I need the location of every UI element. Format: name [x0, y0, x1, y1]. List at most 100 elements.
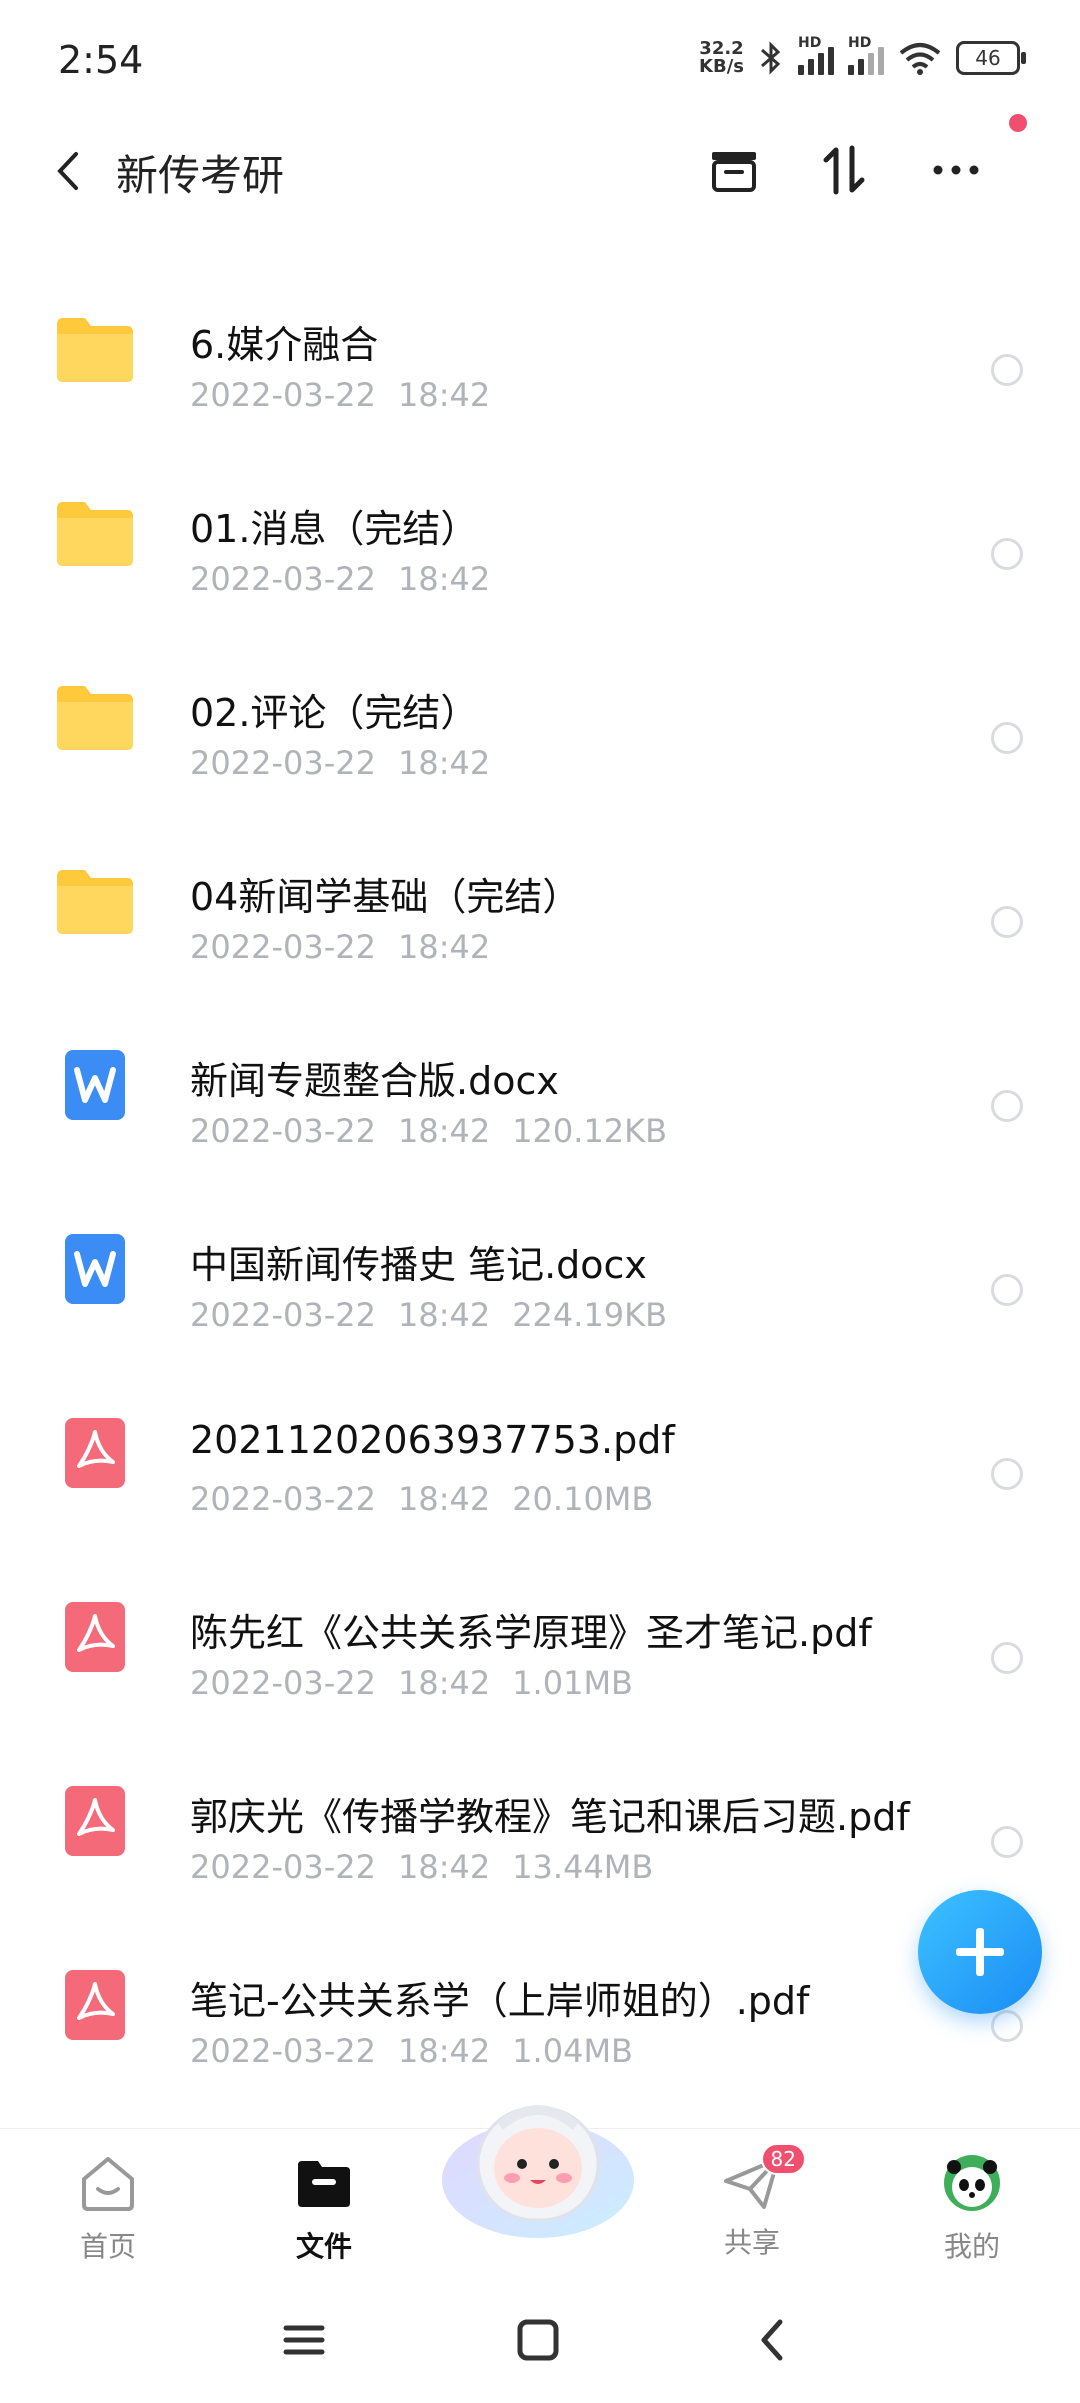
bluetooth-icon — [761, 41, 781, 75]
file-meta: 2022-03-22 18:42 — [190, 744, 534, 782]
file-date: 2022-03-22 — [190, 1664, 376, 1702]
file-row[interactable]: 02.评论（完结） 2022-03-22 18:42 — [0, 648, 1080, 832]
app-header: 新传考研 — [0, 120, 1080, 220]
file-size: 13.44MB — [512, 1848, 654, 1886]
file-meta: 2022-03-22 18:42 20.10MB — [190, 1480, 675, 1518]
network-speed: 32.2 KB/s — [699, 38, 744, 77]
tab-mine-label: 我的 — [943, 2230, 1000, 2263]
file-size: 20.10MB — [512, 1480, 654, 1518]
signal-icon: HD — [798, 35, 834, 75]
file-date: 2022-03-22 — [190, 1480, 376, 1518]
select-radio[interactable] — [991, 906, 1023, 938]
file-list: 6.媒介融合 2022-03-22 18:42 01.消息（完结） 2022-03-22… — [0, 280, 1080, 2120]
status-time: 2:54 — [58, 38, 144, 82]
file-size: 120.12KB — [512, 1112, 668, 1150]
share-badge: 82 — [760, 2143, 806, 2175]
file-time: 18:42 — [397, 1664, 491, 1702]
file-time: 18:42 — [397, 1112, 491, 1150]
page-title: 新传考研 — [116, 151, 285, 200]
tab-share-label: 共享 — [723, 2226, 780, 2259]
status-bar: 2:54 32.2 KB/s HD HD 46 — [0, 0, 1080, 120]
file-name: 02.评论（完结） — [190, 691, 479, 735]
select-radio[interactable] — [991, 2010, 1023, 2042]
word-doc-icon — [65, 1050, 125, 1120]
file-date: 2022-03-22 — [190, 1296, 376, 1334]
file-date: 2022-03-22 — [190, 1112, 376, 1150]
file-name: 20211202063937753.pdf — [190, 1418, 675, 1462]
file-size: 1.04MB — [512, 2032, 633, 2070]
select-radio[interactable] — [991, 354, 1023, 386]
file-time: 18:42 — [397, 1848, 491, 1886]
folder-icon — [57, 686, 133, 750]
file-time: 18:42 — [397, 1296, 491, 1334]
file-date: 2022-03-22 — [190, 376, 376, 414]
file-time: 18:42 — [397, 744, 491, 782]
file-meta: 2022-03-22 18:42 — [190, 560, 534, 598]
file-date: 2022-03-22 — [190, 928, 376, 966]
select-radio[interactable] — [991, 722, 1023, 754]
file-name: 6.媒介融合 — [190, 323, 379, 367]
select-radio[interactable] — [991, 538, 1023, 570]
file-row[interactable]: 中国新闻传播史 笔记.docx 2022-03-22 18:42 224.19KB — [0, 1200, 1080, 1384]
file-meta: 2022-03-22 18:42 13.44MB — [190, 1848, 675, 1886]
pdf-icon — [65, 1786, 125, 1856]
file-row[interactable]: 陈先红《公共关系学原理》圣才笔记.pdf 2022-03-22 18:42 1.01M… — [0, 1568, 1080, 1752]
file-name: 01.消息（完结） — [190, 507, 479, 551]
panda-avatar-icon — [944, 2155, 1000, 2211]
tab-share[interactable]: 82 共享 — [682, 2143, 822, 2261]
back-icon[interactable] — [48, 146, 88, 196]
add-button[interactable] — [918, 1890, 1042, 2014]
tab-files-label: 文件 — [295, 2230, 352, 2263]
archive-icon[interactable] — [702, 138, 766, 202]
folder-icon — [298, 2161, 350, 2207]
file-size: 224.19KB — [512, 1296, 668, 1334]
file-row[interactable]: 郭庆光《传播学教程》笔记和课后习题.pdf 2022-03-22 18:42 13.4… — [0, 1752, 1080, 1936]
file-meta: 2022-03-22 18:42 120.12KB — [190, 1112, 689, 1150]
menu-icon[interactable] — [274, 2310, 334, 2370]
signal-icon-2: HD — [848, 35, 884, 75]
file-meta: 2022-03-22 18:42 1.04MB — [190, 2032, 655, 2070]
home-square-icon[interactable] — [508, 2310, 568, 2370]
select-radio[interactable] — [991, 1090, 1023, 1122]
pdf-icon — [65, 1602, 125, 1672]
file-name: 新闻专题整合版.docx — [190, 1059, 559, 1103]
system-nav-bar — [0, 2278, 1080, 2403]
file-row[interactable]: 01.消息（完结） 2022-03-22 18:42 — [0, 464, 1080, 648]
folder-icon — [57, 870, 133, 934]
select-radio[interactable] — [991, 1826, 1023, 1858]
folder-icon — [57, 318, 133, 382]
file-time: 18:42 — [397, 2032, 491, 2070]
battery-icon: 46 — [956, 41, 1026, 75]
file-date: 2022-03-22 — [190, 2032, 376, 2070]
tab-files[interactable]: 文件 — [254, 2151, 394, 2265]
file-meta: 2022-03-22 18:42 1.01MB — [190, 1664, 655, 1702]
file-row[interactable]: 新闻专题整合版.docx 2022-03-22 18:42 120.12KB — [0, 1016, 1080, 1200]
file-name: 中国新闻传播史 笔记.docx — [190, 1243, 647, 1287]
file-name: 04新闻学基础（完结） — [190, 875, 581, 919]
notification-dot — [1009, 114, 1027, 132]
word-doc-icon — [65, 1234, 125, 1304]
sort-icon[interactable] — [812, 138, 876, 202]
back-nav-icon[interactable] — [744, 2310, 804, 2370]
tab-home[interactable]: 首页 — [38, 2151, 178, 2265]
pdf-icon — [65, 1418, 125, 1488]
file-row[interactable]: 6.媒介融合 2022-03-22 18:42 — [0, 280, 1080, 464]
folder-icon — [57, 502, 133, 566]
file-row[interactable]: 20211202063937753.pdf 2022-03-22 18:42 20.1… — [0, 1384, 1080, 1568]
file-date: 2022-03-22 — [190, 1848, 376, 1886]
wifi-icon — [899, 43, 941, 75]
file-time: 18:42 — [397, 1480, 491, 1518]
tab-mine[interactable]: 我的 — [902, 2151, 1042, 2265]
file-time: 18:42 — [397, 928, 491, 966]
select-radio[interactable] — [991, 1458, 1023, 1490]
select-radio[interactable] — [991, 1642, 1023, 1674]
file-name: 陈先红《公共关系学原理》圣才笔记.pdf — [190, 1611, 872, 1655]
mascot-icon[interactable] — [440, 2080, 636, 2250]
file-row[interactable]: 04新闻学基础（完结） 2022-03-22 18:42 — [0, 832, 1080, 1016]
file-name: 笔记-公共关系学（上岸师姐的）.pdf — [190, 1979, 810, 2023]
file-date: 2022-03-22 — [190, 744, 376, 782]
status-icons: 32.2 KB/s HD HD 46 — [699, 35, 1026, 77]
select-radio[interactable] — [991, 1274, 1023, 1306]
more-icon[interactable] — [924, 138, 988, 202]
tab-home-label: 首页 — [79, 2230, 136, 2263]
